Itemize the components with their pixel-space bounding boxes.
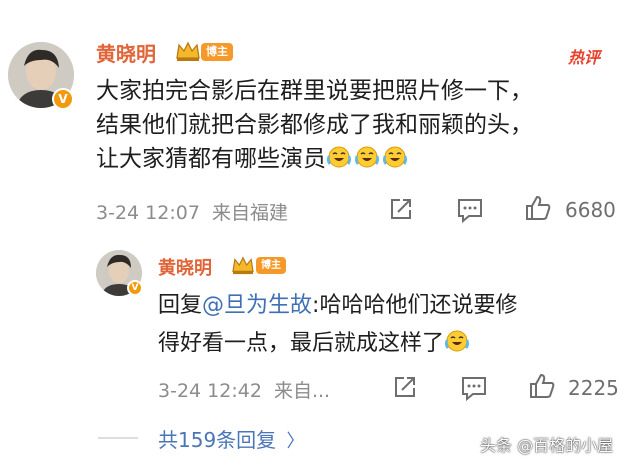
mention-link[interactable]: @旦为生故: [202, 293, 312, 318]
comment-line-1: 大家拍完合影后在群里说要把照片修一下，: [96, 78, 533, 104]
verified-badge-icon: V: [52, 88, 74, 110]
watermark: 头条 @百格的小屋: [480, 436, 614, 455]
reply-blogger-badge: 博主: [256, 257, 286, 274]
reply-comment-icon[interactable]: [460, 375, 488, 405]
reply-like-count: 2225: [568, 376, 619, 400]
comment-line-3: 让大家猜都有哪些演员: [96, 142, 533, 178]
reply-text: 回复@旦为生故:哈哈哈他们还说要修 得好看一点，最后就成这样了: [158, 287, 517, 365]
comment-location: 来自福建: [211, 202, 288, 224]
reply-line-2-text: 得好看一点，最后就成这样了: [158, 331, 445, 356]
reply-line-1-text: :哈哈哈他们还说要修: [312, 293, 518, 318]
blogger-badge: 博主: [201, 43, 233, 61]
reply-crown-icon: [231, 255, 255, 279]
comment-username[interactable]: 黄晓明: [96, 38, 156, 67]
crown-icon: [175, 40, 201, 66]
divider-line: [98, 437, 138, 439]
more-replies-label: 共159条回复: [158, 428, 277, 452]
reply-time: 3-24 12:42: [158, 380, 262, 402]
hot-comment-label: 热评: [568, 48, 601, 67]
more-replies-link[interactable]: 共159条回复 〉: [158, 424, 305, 453]
laugh-cry-emoji-icon: [444, 327, 470, 365]
reply-meta: 3-24 12:42 来自...: [158, 376, 330, 403]
reply-location: 来自...: [273, 380, 331, 402]
like-icon[interactable]: [524, 194, 552, 226]
reply-username[interactable]: 黄晓明: [158, 254, 212, 280]
comment-like-count: 6680: [565, 198, 616, 222]
reply-share-icon[interactable]: [392, 374, 418, 404]
comment-line-3-text: 让大家猜都有哪些演员: [96, 146, 326, 172]
comment-time: 3-24 12:07: [96, 202, 200, 224]
reply-line-2: 得好看一点，最后就成这样了: [158, 325, 517, 365]
reply-prefix: 回复: [158, 293, 203, 318]
reply-like-icon[interactable]: [528, 372, 556, 404]
share-icon[interactable]: [388, 196, 414, 226]
chevron-right-icon: 〉: [286, 431, 305, 452]
laugh-cry-emoji-icon: [326, 144, 410, 178]
comment-text: 大家拍完合影后在群里说要把照片修一下， 结果他们就把合影都修成了我和丽颖的头， …: [96, 74, 533, 178]
comment-meta: 3-24 12:07 来自福建: [96, 198, 288, 225]
comment-icon[interactable]: [456, 197, 484, 227]
reply-line-1: 回复@旦为生故:哈哈哈他们还说要修: [158, 287, 517, 325]
comment-line-2: 结果他们就把合影都修成了我和丽颖的头，: [96, 112, 533, 138]
reply-verified-mark-icon: V: [127, 280, 143, 296]
